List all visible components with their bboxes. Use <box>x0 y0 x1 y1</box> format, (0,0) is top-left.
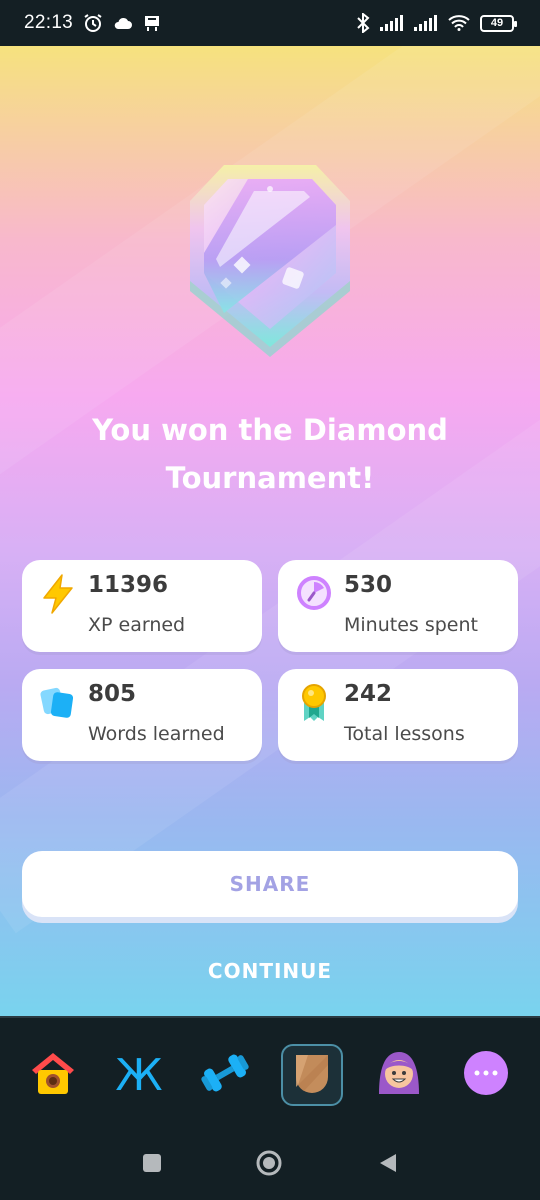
dumbbell-icon <box>200 1053 250 1097</box>
lessons-label: Total lessons <box>344 723 465 745</box>
more-icon <box>463 1050 509 1100</box>
stat-card-minutes: 530 Minutes spent <box>278 560 518 652</box>
cloud-icon <box>113 16 133 30</box>
bottom-tab-bar: Ж <box>0 1016 540 1128</box>
xp-label: XP earned <box>88 614 186 636</box>
shield-icon <box>292 1051 332 1099</box>
tab-practice[interactable] <box>194 1044 256 1106</box>
tab-profile[interactable] <box>368 1044 430 1106</box>
status-time: 22:13 <box>24 12 74 33</box>
stat-card-lessons: 242 Total lessons <box>278 669 518 761</box>
title-line-2: Tournament! <box>165 461 375 495</box>
stat-card-xp: 11396 XP earned <box>22 560 262 652</box>
home-button[interactable] <box>255 1149 283 1181</box>
minutes-label: Minutes spent <box>344 614 478 636</box>
tab-home[interactable] <box>22 1044 84 1106</box>
status-bar: 22:13 49 <box>0 0 540 46</box>
title-line-1: You won the Diamond <box>92 413 448 447</box>
avatar-icon <box>373 1050 425 1100</box>
cards-icon <box>40 683 76 721</box>
battery-icon: 49 <box>480 14 517 32</box>
page-title: You won the Diamond Tournament! <box>0 406 540 502</box>
tab-letters[interactable]: Ж <box>108 1044 170 1106</box>
wifi-icon <box>448 15 470 31</box>
home-icon <box>28 1050 78 1100</box>
words-label: Words learned <box>88 723 225 745</box>
lessons-value: 242 <box>344 681 393 707</box>
signal-icon <box>380 15 404 31</box>
tab-leaderboard[interactable] <box>281 1044 343 1106</box>
notification-icon <box>143 14 161 32</box>
tournament-result-screen: You won the Diamond Tournament! 11396 XP… <box>0 46 540 1016</box>
bluetooth-icon <box>356 13 370 33</box>
minutes-value: 530 <box>344 572 393 598</box>
share-button[interactable]: SHARE <box>22 851 518 917</box>
xp-value: 11396 <box>88 572 169 598</box>
back-triangle-icon <box>377 1152 399 1178</box>
continue-button[interactable]: CONTINUE <box>22 946 518 996</box>
clock-icon <box>296 574 332 612</box>
medal-icon <box>296 683 332 721</box>
words-value: 805 <box>88 681 137 707</box>
alarm-icon <box>83 13 103 33</box>
tab-more[interactable] <box>455 1044 517 1106</box>
battery-level: 49 <box>490 17 504 29</box>
system-navigation-bar <box>0 1128 540 1200</box>
diamond-league-badge <box>184 163 356 363</box>
square-icon <box>142 1153 162 1177</box>
back-button[interactable] <box>375 1152 401 1178</box>
stat-card-words: 805 Words learned <box>22 669 262 761</box>
signal-icon <box>414 15 438 31</box>
circle-icon <box>255 1149 283 1181</box>
cyrillic-zhe-icon: Ж <box>115 1049 163 1101</box>
lightning-icon <box>40 574 76 614</box>
recent-apps-button[interactable] <box>139 1152 165 1178</box>
